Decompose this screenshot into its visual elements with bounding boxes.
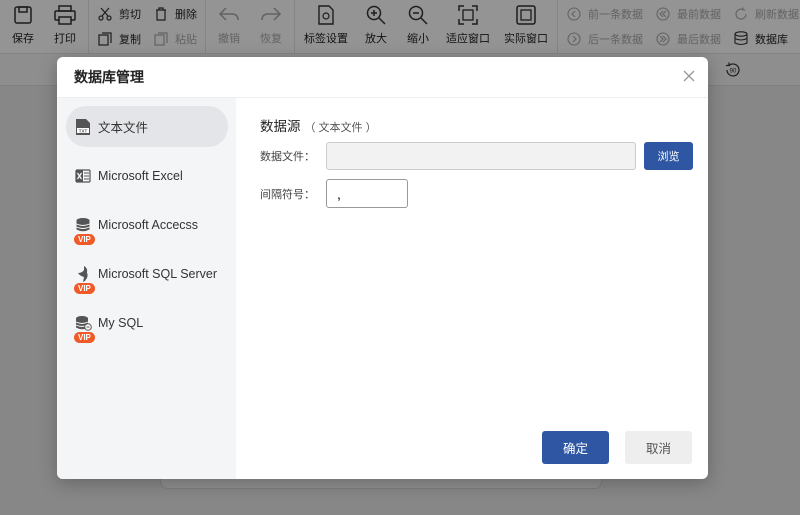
section-heading: 数据源（ 文本文件 ） bbox=[260, 115, 708, 135]
source-label: 文本文件 bbox=[98, 121, 149, 135]
data-file-row: 数据文件： 浏览 bbox=[260, 142, 693, 170]
vip-badge: VIP bbox=[74, 332, 95, 343]
source-item-sql-server[interactable]: Microsoft SQL Server VIP bbox=[66, 253, 228, 294]
data-file-input[interactable] bbox=[326, 142, 636, 170]
database-manager-dialog: 数据库管理 TXT 文本文件 Microsoft Excel Microsoft… bbox=[57, 57, 708, 479]
browse-button[interactable]: 浏览 bbox=[644, 142, 693, 170]
sql-server-icon bbox=[74, 265, 92, 283]
source-item-mysql[interactable]: My SQL VIP bbox=[66, 302, 228, 343]
database-icon bbox=[74, 216, 92, 234]
source-label: Microsoft SQL Server bbox=[98, 266, 218, 281]
separator-input[interactable]: , bbox=[326, 179, 408, 208]
vip-badge: VIP bbox=[74, 234, 95, 245]
dialog-body: TXT 文本文件 Microsoft Excel Microsoft Accec… bbox=[57, 98, 708, 479]
close-icon[interactable] bbox=[682, 69, 696, 83]
cancel-button[interactable]: 取消 bbox=[625, 431, 692, 464]
heading-sub: （ 文本文件 ） bbox=[304, 122, 377, 134]
confirm-button[interactable]: 确定 bbox=[542, 431, 609, 464]
data-file-label: 数据文件： bbox=[260, 151, 315, 163]
source-label: My SQL bbox=[98, 315, 144, 330]
separator-label: 间隔符号： bbox=[260, 188, 315, 201]
separator-row: 间隔符号： , bbox=[260, 179, 408, 208]
txt-file-icon: TXT bbox=[74, 118, 92, 136]
source-label: Microsoft Excel bbox=[98, 168, 183, 183]
svg-text:TXT: TXT bbox=[79, 128, 88, 133]
dialog-header: 数据库管理 bbox=[57, 57, 708, 98]
dialog-title: 数据库管理 bbox=[74, 69, 144, 85]
source-label: Microsoft Accecss bbox=[98, 217, 199, 232]
heading-label: 数据源 bbox=[260, 119, 301, 134]
mysql-icon bbox=[74, 314, 92, 332]
source-item-excel[interactable]: Microsoft Excel bbox=[66, 155, 228, 196]
source-item-access[interactable]: Microsoft Accecss VIP bbox=[66, 204, 228, 245]
excel-icon bbox=[74, 167, 92, 185]
source-settings-panel: 数据源（ 文本文件 ） 数据文件： 浏览 间隔符号： , 确定 取消 bbox=[236, 98, 708, 479]
source-sidebar: TXT 文本文件 Microsoft Excel Microsoft Accec… bbox=[57, 98, 236, 479]
vip-badge: VIP bbox=[74, 283, 95, 294]
source-item-text-file[interactable]: TXT 文本文件 bbox=[66, 106, 228, 147]
